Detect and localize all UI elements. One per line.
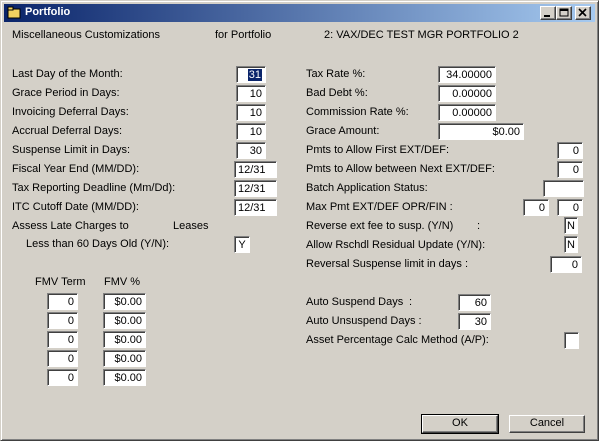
reverse-ext-fee-field[interactable]: N: [564, 217, 578, 234]
commission-rate-field[interactable]: 0.00000: [438, 104, 496, 121]
accrual-deferral-field[interactable]: 10: [236, 123, 266, 140]
fmv-term-header: FMV Term: [35, 276, 86, 288]
batch-status-field[interactable]: [543, 180, 584, 197]
fmv-term-field-4[interactable]: 0: [47, 350, 78, 367]
maximize-icon: [559, 8, 569, 17]
tax-deadline-field[interactable]: 12/31: [234, 180, 277, 197]
close-button[interactable]: [575, 6, 591, 20]
ok-button[interactable]: OK: [421, 414, 499, 434]
suspense-limit-label: Suspense Limit in Days:: [12, 144, 130, 156]
fmv-pct-field-3[interactable]: $0.00: [103, 331, 146, 348]
grace-period-label: Grace Period in Days:: [12, 87, 120, 99]
minimize-icon: [544, 15, 550, 17]
max-pmt-label: Max Pmt EXT/DEF OPR/FIN :: [306, 201, 453, 213]
tax-rate-field[interactable]: 34.00000: [438, 66, 496, 83]
allow-rschdl-field[interactable]: N: [564, 236, 578, 253]
for-portfolio-label: for Portfolio: [215, 29, 272, 41]
last-day-value: 31: [247, 69, 262, 81]
less-60-days-label: Less than 60 Days Old (Y/N):: [26, 238, 170, 250]
title-bar[interactable]: Portfolio: [4, 4, 595, 22]
batch-status-label: Batch Application Status:: [306, 182, 428, 194]
grace-amount-label: Grace Amount:: [306, 125, 380, 137]
reversal-limit-field[interactable]: 0: [550, 256, 582, 273]
bad-debt-field[interactable]: 0.00000: [438, 85, 496, 102]
cancel-button[interactable]: Cancel: [509, 415, 585, 433]
grace-amount-field[interactable]: $0.00: [438, 123, 524, 140]
asset-pct-method-label: Asset Percentage Calc Method (A/P):: [306, 334, 489, 346]
fmv-pct-field-4[interactable]: $0.00: [103, 350, 146, 367]
reverse-ext-fee-label: Reverse ext fee to susp. (Y/N): [306, 220, 454, 232]
reverse-ext-fee-colon: :: [477, 220, 481, 232]
last-day-label: Last Day of the Month:: [12, 68, 123, 80]
asset-pct-method-field[interactable]: [564, 332, 579, 349]
max-pmt-fin-field[interactable]: 0: [557, 199, 583, 216]
fmv-pct-field-2[interactable]: $0.00: [103, 312, 146, 329]
fiscal-year-end-field[interactable]: 12/31: [234, 161, 277, 178]
fmv-term-field-2[interactable]: 0: [47, 312, 78, 329]
fiscal-year-end-label: Fiscal Year End (MM/DD):: [12, 163, 140, 175]
pmts-first-ext-field[interactable]: 0: [557, 142, 583, 159]
max-pmt-opr-field[interactable]: 0: [523, 199, 549, 216]
commission-rate-label: Commission Rate %:: [306, 106, 409, 118]
invoicing-deferral-label: Invoicing Deferral Days:: [12, 106, 129, 118]
allow-rschdl-label: Allow Rschdl Residual Update (Y/N):: [306, 239, 486, 251]
tax-rate-label: Tax Rate %:: [306, 68, 366, 80]
section-title: Miscellaneous Customizations: [12, 29, 160, 41]
last-day-field[interactable]: 31: [236, 66, 266, 83]
fmv-pct-field-1[interactable]: $0.00: [103, 293, 146, 310]
portfolio-app-icon: [7, 6, 21, 19]
tax-deadline-label: Tax Reporting Deadline (Mm/Dd):: [12, 182, 176, 194]
portfolio-name: 2: VAX/DEC TEST MGR PORTFOLIO 2: [324, 29, 519, 41]
portfolio-window: Portfolio Miscellaneous Customizations f…: [0, 0, 599, 441]
auto-suspend-label: Auto Suspend Days: [306, 296, 404, 308]
suspense-limit-field[interactable]: 30: [236, 142, 266, 159]
leases-label: Leases: [173, 220, 209, 232]
fmv-pct-field-5[interactable]: $0.00: [103, 369, 146, 386]
fmv-term-field-3[interactable]: 0: [47, 331, 78, 348]
auto-suspend-field[interactable]: 60: [458, 294, 491, 311]
pmts-between-ext-field[interactable]: 0: [557, 161, 583, 178]
grace-period-field[interactable]: 10: [236, 85, 266, 102]
itc-cutoff-field[interactable]: 12/31: [234, 199, 277, 216]
auto-unsuspend-field[interactable]: 30: [458, 313, 491, 330]
pmts-first-ext-label: Pmts to Allow First EXT/DEF:: [306, 144, 450, 156]
itc-cutoff-label: ITC Cutoff Date (MM/DD):: [12, 201, 139, 213]
fmv-term-field-1[interactable]: 0: [47, 293, 78, 310]
assess-late-charges-label: Assess Late Charges to: [12, 220, 129, 232]
less-60-days-field[interactable]: Y: [234, 236, 250, 253]
window-title: Portfolio: [25, 6, 71, 18]
minimize-button[interactable]: [540, 6, 556, 20]
maximize-button[interactable]: [556, 6, 572, 20]
bad-debt-label: Bad Debt %:: [306, 87, 368, 99]
invoicing-deferral-field[interactable]: 10: [236, 104, 266, 121]
auto-suspend-colon: :: [409, 296, 413, 308]
auto-unsuspend-label: Auto Unsuspend Days :: [306, 315, 422, 327]
close-icon: [578, 8, 587, 17]
fmv-pct-header: FMV %: [104, 276, 141, 288]
fmv-term-field-5[interactable]: 0: [47, 369, 78, 386]
reversal-limit-label: Reversal Suspense limit in days :: [306, 258, 469, 270]
pmts-between-ext-label: Pmts to Allow between Next EXT/DEF:: [306, 163, 495, 175]
accrual-deferral-label: Accrual Deferral Days:: [12, 125, 123, 137]
